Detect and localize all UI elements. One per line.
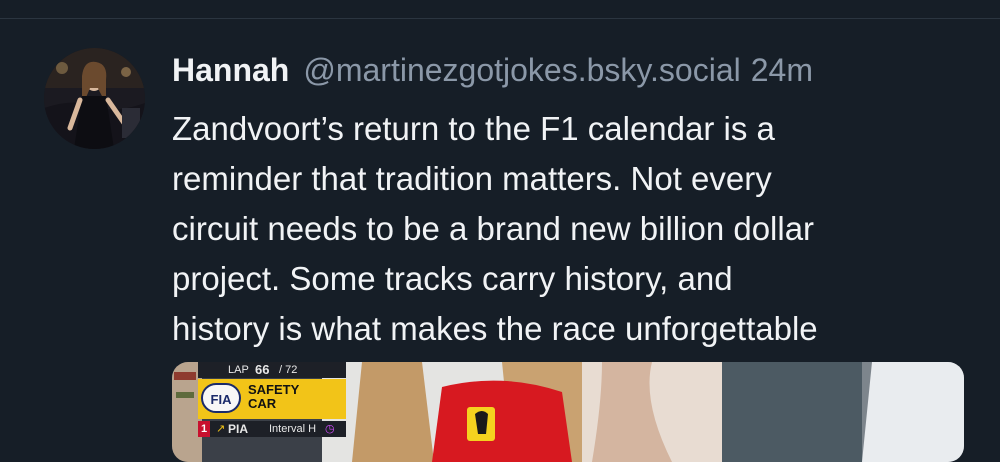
safety-car-banner: FIA SAFETY CAR	[198, 379, 346, 419]
post-text-line: reminder that tradition matters. Not eve…	[172, 160, 772, 197]
post-header: Hannah @martinezgotjokes.bsky.social 24m	[172, 50, 813, 90]
avatar-image	[44, 48, 145, 149]
lap-label: LAP	[228, 364, 249, 376]
lap-current: 66	[255, 362, 270, 377]
position-number: 1	[198, 421, 210, 437]
post-text: Zandvoort’s return to the F1 calendar is…	[172, 104, 972, 354]
avatar[interactable]	[44, 48, 145, 149]
post-timestamp[interactable]: 24m	[751, 52, 813, 88]
author-handle[interactable]: @martinezgotjokes.bsky.social	[303, 52, 740, 88]
up-arrow-icon: ↗	[216, 423, 226, 435]
author-name[interactable]: Hannah	[172, 52, 289, 88]
fia-logo: FIA	[201, 383, 241, 413]
position-row: 1 ↗ PIA Interval H ◷	[198, 421, 346, 437]
post-text-line: project. Some tracks carry history, and	[172, 260, 733, 297]
lap-counter: LAP 66 / 72	[198, 362, 346, 378]
safety-car-line2: CAR	[248, 396, 277, 411]
race-overlay: LAP 66 / 72 FIA SAFETY CAR 1 ↗ PIA Inter…	[198, 362, 346, 437]
driver-code: PIA	[228, 422, 249, 436]
timer-icon: ◷	[325, 423, 335, 435]
post-text-line: Zandvoort’s return to the F1 calendar is…	[172, 110, 775, 147]
post[interactable]: Hannah @martinezgotjokes.bsky.social 24m Z…	[0, 0, 1000, 462]
post-text-line: circuit needs to be a brand new billion …	[172, 210, 815, 247]
post-image[interactable]: LAP 66 / 72 FIA SAFETY CAR 1 ↗ PIA Inter…	[172, 362, 964, 462]
safety-car-line1: SAFETY	[248, 382, 300, 397]
safety-car-text: SAFETY CAR	[248, 383, 318, 411]
lap-total: / 72	[279, 364, 298, 376]
interval-label: Interval H	[269, 423, 317, 435]
post-text-line: history is what makes the race unforgett…	[172, 310, 818, 347]
